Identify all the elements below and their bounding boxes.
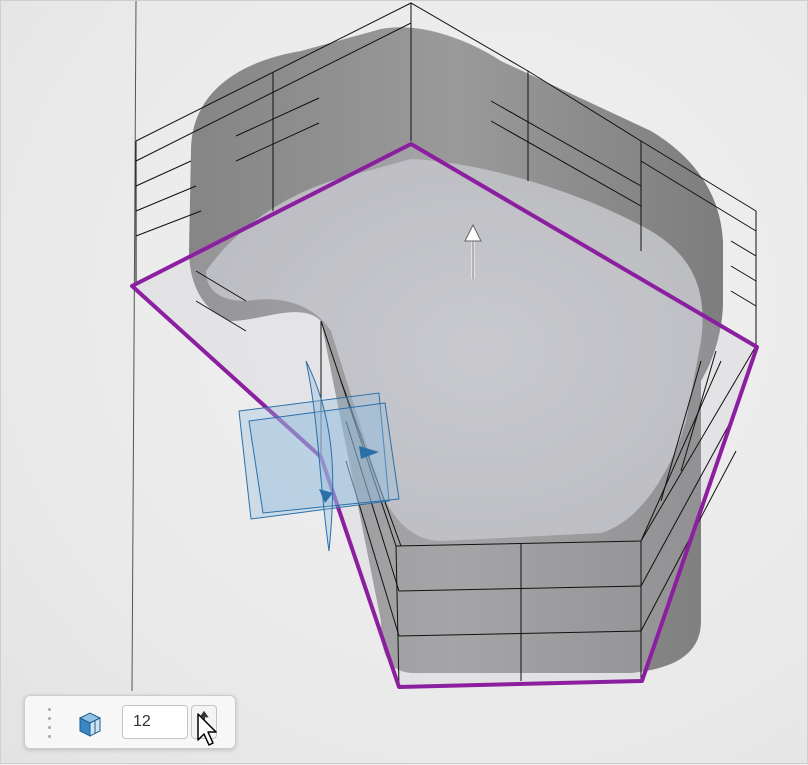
mouse-pointer-icon [197,713,217,746]
axis-line [131,1,137,692]
3d-viewport[interactable] [0,0,808,764]
model-scene[interactable] [1,1,808,765]
grip-dots-icon[interactable] [47,708,53,738]
count-input[interactable] [122,705,188,739]
box-icon[interactable] [75,709,105,739]
